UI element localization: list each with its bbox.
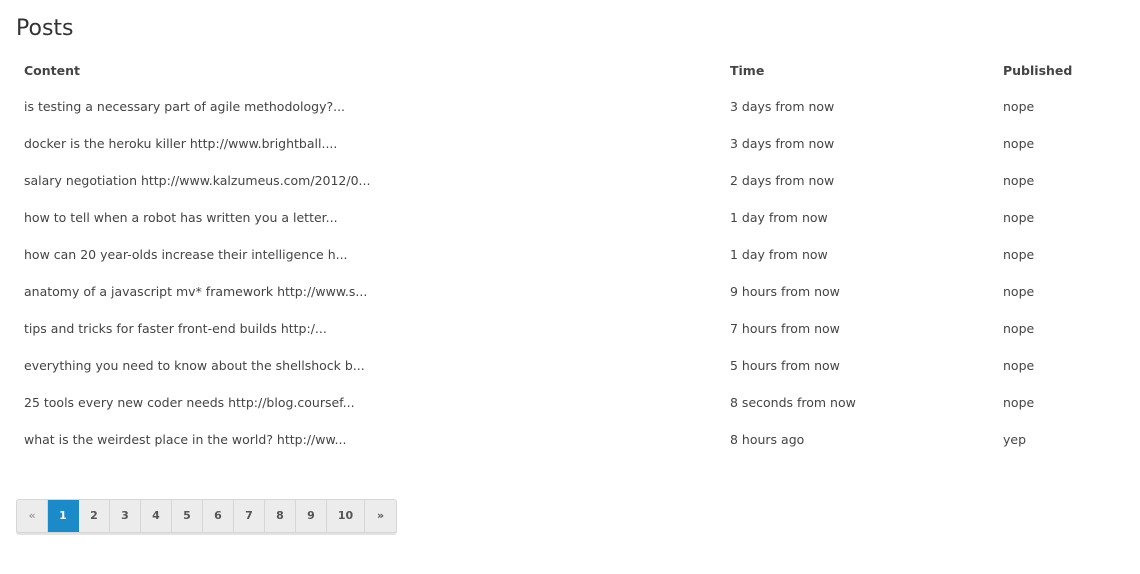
post-content-cell: is testing a necessary part of agile met… — [24, 99, 346, 114]
post-content-cell: tips and tricks for faster front-end bui… — [24, 321, 327, 336]
post-time-cell: 2 days from now — [730, 173, 835, 188]
post-published-cell: nope — [1003, 173, 1035, 188]
post-published-cell: nope — [1003, 99, 1035, 114]
post-content-cell: everything you need to know about the sh… — [24, 358, 365, 373]
table-row[interactable]: anatomy of a javascript mv* framework ht… — [16, 273, 1124, 310]
post-published-cell: yep — [1003, 432, 1027, 447]
table-header-row: Content Time Published — [16, 52, 1124, 88]
post-time-cell: 3 days from now — [730, 99, 835, 114]
post-time-cell: 8 seconds from now — [730, 395, 856, 410]
page-6-button[interactable]: 6 — [203, 500, 234, 532]
post-published-cell: nope — [1003, 136, 1035, 151]
post-published-cell: nope — [1003, 284, 1035, 299]
page-2-button[interactable]: 2 — [79, 500, 110, 532]
page-1-button[interactable]: 1 — [48, 500, 79, 532]
post-time-cell: 7 hours from now — [730, 321, 840, 336]
post-published-cell: nope — [1003, 358, 1035, 373]
post-published-cell: nope — [1003, 321, 1035, 336]
table-row[interactable]: 25 tools every new coder needs http://bl… — [16, 384, 1124, 421]
published-column-header: Published — [1003, 62, 1073, 78]
table-row[interactable]: how to tell when a robot has written you… — [16, 199, 1124, 236]
page-8-button[interactable]: 8 — [265, 500, 296, 532]
post-published-cell: nope — [1003, 210, 1035, 225]
post-content-cell: salary negotiation http://www.kalzumeus.… — [24, 173, 371, 188]
post-time-cell: 3 days from now — [730, 136, 835, 151]
post-content-cell: what is the weirdest place in the world?… — [24, 432, 347, 447]
post-time-cell: 1 day from now — [730, 210, 828, 225]
post-content-cell: docker is the heroku killer http://www.b… — [24, 136, 338, 151]
post-content-cell: how to tell when a robot has written you… — [24, 210, 338, 225]
post-time-cell: 8 hours ago — [730, 432, 805, 447]
table-row[interactable]: what is the weirdest place in the world?… — [16, 421, 1124, 458]
post-published-cell: nope — [1003, 247, 1035, 262]
page-10-button[interactable]: 10 — [327, 500, 365, 532]
table-row[interactable]: how can 20 year-olds increase their inte… — [16, 236, 1124, 273]
page-title: Posts — [16, 16, 74, 41]
table-row[interactable]: tips and tricks for faster front-end bui… — [16, 310, 1124, 347]
page-7-button[interactable]: 7 — [234, 500, 265, 532]
table-row[interactable]: salary negotiation http://www.kalzumeus.… — [16, 162, 1124, 199]
prev-page-button[interactable]: « — [17, 500, 48, 532]
post-content-cell: anatomy of a javascript mv* framework ht… — [24, 284, 368, 299]
post-time-cell: 9 hours from now — [730, 284, 840, 299]
post-published-cell: nope — [1003, 395, 1035, 410]
page-9-button[interactable]: 9 — [296, 500, 327, 532]
table-row[interactable]: docker is the heroku killer http://www.b… — [16, 125, 1124, 162]
post-time-cell: 1 day from now — [730, 247, 828, 262]
page-4-button[interactable]: 4 — [141, 500, 172, 532]
post-content-cell: 25 tools every new coder needs http://bl… — [24, 395, 355, 410]
next-page-button[interactable]: » — [365, 500, 396, 532]
posts-table: Content Time Published is testing a nece… — [16, 52, 1124, 458]
table-row[interactable]: everything you need to know about the sh… — [16, 347, 1124, 384]
content-column-header: Content — [24, 62, 80, 78]
page-5-button[interactable]: 5 — [172, 500, 203, 532]
posts-table-body: is testing a necessary part of agile met… — [16, 88, 1124, 458]
pagination: « 1 2 3 4 5 6 7 8 9 10 » — [16, 499, 397, 533]
page-3-button[interactable]: 3 — [110, 500, 141, 532]
post-time-cell: 5 hours from now — [730, 358, 840, 373]
time-column-header: Time — [730, 62, 765, 78]
post-content-cell: how can 20 year-olds increase their inte… — [24, 247, 348, 262]
table-row[interactable]: is testing a necessary part of agile met… — [16, 88, 1124, 125]
